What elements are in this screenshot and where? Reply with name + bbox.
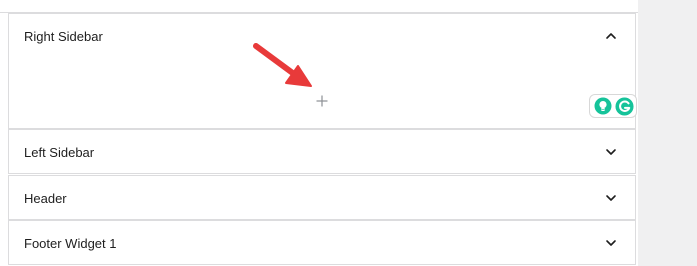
- chevron-down-icon[interactable]: [605, 146, 617, 158]
- widget-area-footer-widget-1: Footer Widget 1: [8, 220, 636, 265]
- widget-area-header: Header: [8, 175, 636, 220]
- widget-area-header-right-sidebar[interactable]: Right Sidebar: [9, 14, 635, 58]
- widget-area-title: Footer Widget 1: [24, 236, 117, 251]
- grammarly-widget[interactable]: [589, 94, 637, 118]
- widget-area-header-left-sidebar[interactable]: Left Sidebar: [9, 130, 635, 174]
- lightbulb-icon[interactable]: [594, 97, 612, 115]
- widget-area-right-sidebar: Right Sidebar: [8, 13, 637, 129]
- widget-area-left-sidebar: Left Sidebar: [8, 129, 636, 174]
- add-block-icon[interactable]: [315, 94, 329, 108]
- widget-area-header-footer-widget-1[interactable]: Footer Widget 1: [9, 221, 635, 265]
- widget-area-header-header[interactable]: Header: [9, 176, 635, 220]
- widget-area-title: Header: [24, 191, 67, 206]
- widget-area-title: Right Sidebar: [24, 29, 103, 44]
- grammarly-icon[interactable]: [615, 97, 634, 116]
- chevron-down-icon[interactable]: [605, 237, 617, 249]
- chevron-down-icon[interactable]: [605, 192, 617, 204]
- canvas-background: [638, 0, 697, 266]
- widget-area-title: Left Sidebar: [24, 145, 95, 160]
- chevron-up-icon[interactable]: [605, 30, 617, 42]
